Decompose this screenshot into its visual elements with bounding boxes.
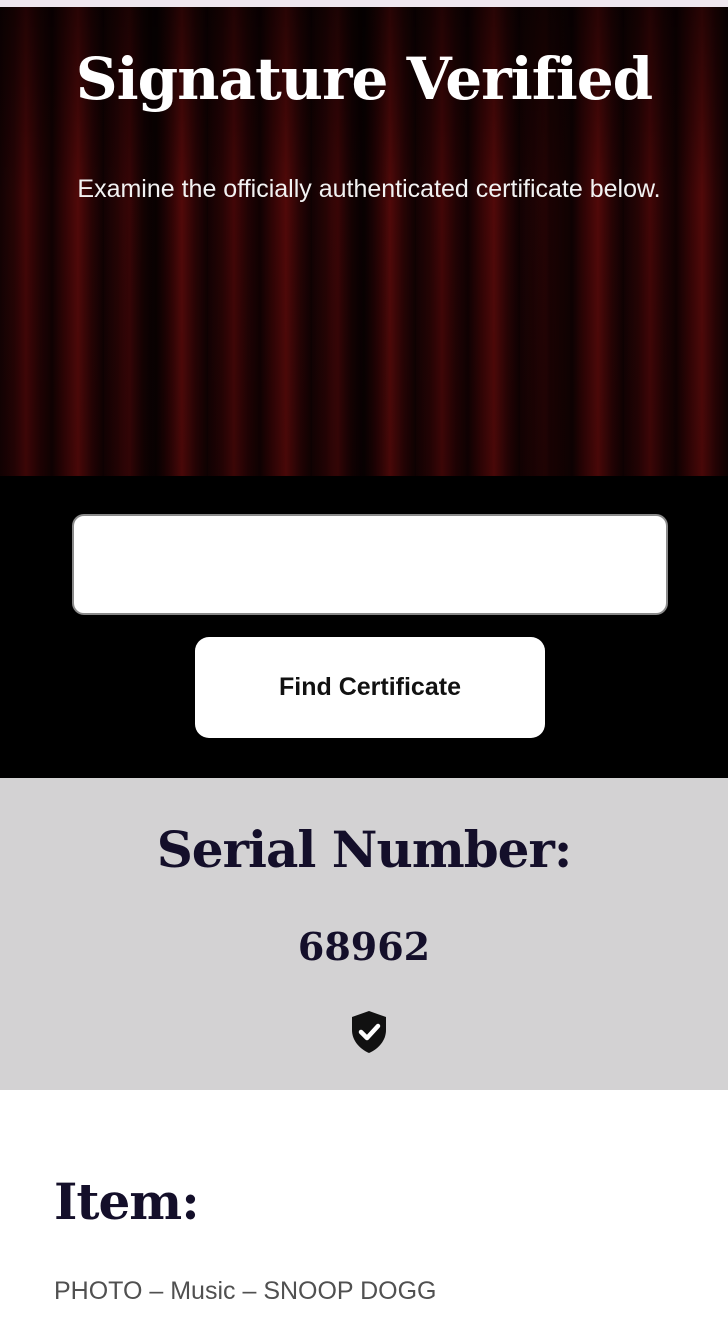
serial-number-panel: Serial Number: 68962 (0, 778, 728, 1090)
find-certificate-button[interactable]: Find Certificate (195, 637, 545, 738)
item-label: Item: (54, 1172, 200, 1231)
page-subtitle: Examine the officially authenticated cer… (77, 175, 661, 203)
certificate-search: Find Certificate (0, 476, 728, 778)
serial-search-input[interactable] (72, 514, 668, 615)
serial-number-label: Serial Number: (156, 820, 573, 879)
item-details: Item: PHOTO – Music – SNOOP DOGG (0, 1090, 728, 1328)
item-value: PHOTO – Music – SNOOP DOGG (54, 1277, 437, 1305)
shield-check-icon (352, 1011, 386, 1053)
serial-number-value: 68962 (297, 924, 431, 969)
top-strip (0, 0, 728, 7)
hero-banner: Signature Verified Examine the officiall… (0, 7, 728, 476)
page-title: Signature Verified (75, 45, 653, 113)
